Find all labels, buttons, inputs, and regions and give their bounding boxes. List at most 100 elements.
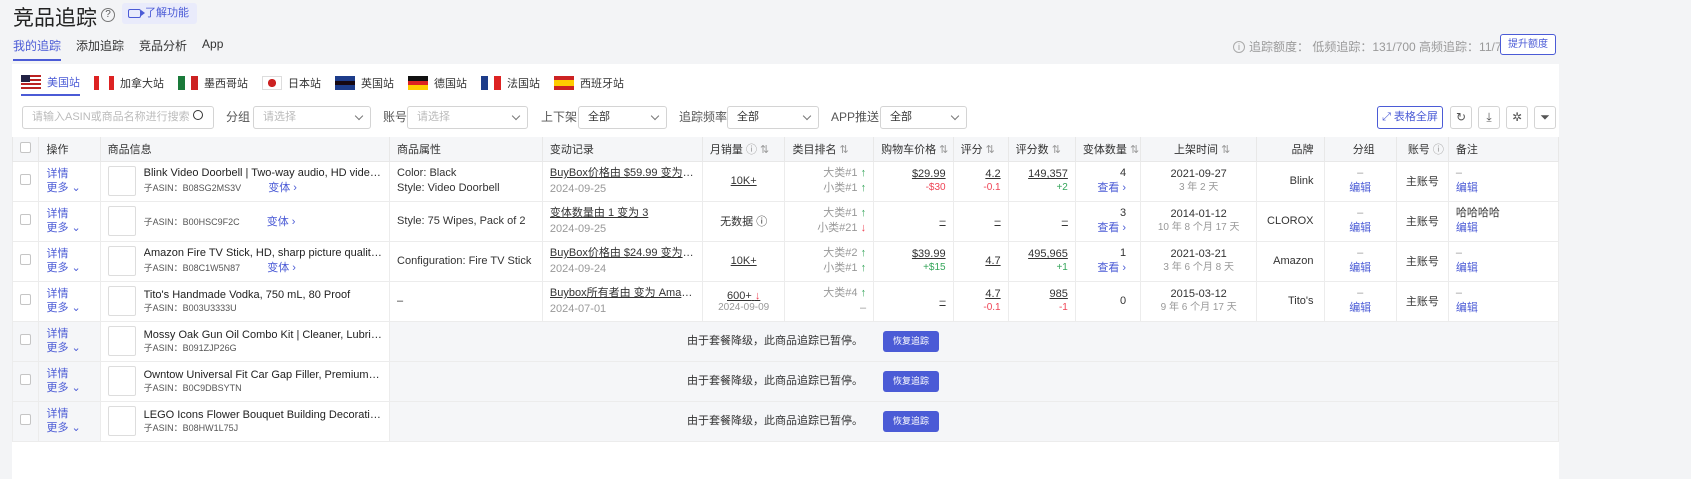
- upgrade-quota-button[interactable]: 提升额度: [1500, 34, 1556, 55]
- fullscreen-button[interactable]: ⤢ 表格全屏: [1377, 106, 1443, 129]
- rating-value[interactable]: 4.7: [961, 254, 1000, 268]
- big-rank[interactable]: 大类#2: [823, 247, 857, 259]
- big-rank[interactable]: 大类#1: [823, 207, 857, 219]
- detail-link[interactable]: 详情: [46, 327, 92, 341]
- resume-tracking-button[interactable]: 恢复追踪: [883, 370, 940, 392]
- detail-link[interactable]: 详情: [46, 367, 92, 381]
- product-title[interactable]: Owntow Universal Fit Car Gap Filler, Pre…: [144, 369, 382, 381]
- tab-app[interactable]: App: [202, 37, 223, 61]
- reviews-value[interactable]: 985: [1016, 287, 1068, 301]
- site-tab-us[interactable]: 美国站: [21, 74, 80, 96]
- detail-link[interactable]: 详情: [46, 247, 92, 261]
- download-icon[interactable]: ⤓: [1478, 106, 1500, 129]
- change-link[interactable]: 变体数量由 1 变为 3: [550, 205, 695, 221]
- reviews-value[interactable]: 495,965: [1016, 247, 1068, 261]
- more-menu[interactable]: 更多 ⌄: [46, 381, 92, 395]
- rating-value[interactable]: 4.2: [961, 167, 1000, 181]
- change-link[interactable]: BuyBox价格由 $59.99 变为 $29.99: [550, 165, 695, 181]
- product-title[interactable]: Amazon Fire TV Stick, HD, sharp picture …: [144, 247, 382, 259]
- more-menu[interactable]: 更多 ⌄: [46, 341, 92, 355]
- freq-select[interactable]: 全部: [727, 106, 819, 129]
- site-tab-de[interactable]: 德国站: [408, 74, 467, 96]
- site-tab-fr[interactable]: 法国站: [481, 74, 540, 96]
- sales-value[interactable]: 无数据 ⓘ: [710, 213, 778, 229]
- resume-tracking-button[interactable]: 恢复追踪: [883, 410, 940, 432]
- rating-value[interactable]: 4.7: [961, 287, 1000, 301]
- change-link[interactable]: BuyBox价格由 $24.99 变为 $39.99: [550, 245, 695, 261]
- view-variants-link[interactable]: 查看 ›: [1083, 261, 1126, 276]
- refresh-icon[interactable]: ↻: [1450, 106, 1472, 129]
- account-select[interactable]: 请选择: [407, 106, 528, 129]
- select-all-checkbox[interactable]: [20, 141, 31, 153]
- sales-value[interactable]: 10K+: [710, 255, 778, 267]
- column-header[interactable]: 变体数量 ⇅: [1074, 137, 1142, 162]
- row-checkbox[interactable]: [20, 414, 32, 425]
- tab-analysis[interactable]: 竞品分析: [139, 37, 187, 61]
- detail-link[interactable]: 详情: [46, 407, 92, 421]
- small-rank[interactable]: –: [860, 302, 866, 314]
- group-select[interactable]: 请选择: [253, 106, 371, 129]
- column-header[interactable]: 购物车价格 ⇅: [873, 137, 954, 162]
- sales-value[interactable]: 600+ ↓: [710, 290, 778, 302]
- variant-link[interactable]: 变体 ›: [268, 182, 297, 194]
- more-menu[interactable]: 更多 ⌄: [46, 181, 92, 195]
- listing-select[interactable]: 全部: [578, 106, 667, 129]
- edit-group-link[interactable]: 编辑: [1332, 301, 1389, 316]
- rating-value[interactable]: –: [961, 214, 1001, 228]
- small-rank[interactable]: 小类#21: [817, 222, 857, 234]
- variant-link[interactable]: 变体 ›: [267, 262, 296, 274]
- more-menu[interactable]: 更多 ⌄: [46, 421, 92, 435]
- edit-note-link[interactable]: 编辑: [1456, 221, 1551, 236]
- help-icon[interactable]: ?: [101, 8, 115, 22]
- row-checkbox[interactable]: [20, 174, 32, 185]
- small-rank[interactable]: 小类#1: [823, 262, 857, 274]
- more-menu[interactable]: 更多 ⌄: [46, 301, 92, 315]
- filter-icon[interactable]: ⏷: [1534, 106, 1556, 129]
- column-header[interactable]: 上架时间 ⇅: [1140, 137, 1258, 162]
- edit-group-link[interactable]: 编辑: [1332, 221, 1389, 236]
- site-tab-jp[interactable]: 日本站: [262, 74, 321, 96]
- site-tab-ca[interactable]: 加拿大站: [94, 74, 164, 96]
- tab-my-tracking[interactable]: 我的追踪: [13, 37, 62, 61]
- settings-icon[interactable]: ✲: [1506, 106, 1528, 129]
- row-checkbox[interactable]: [20, 294, 32, 305]
- price-value[interactable]: –: [881, 214, 945, 228]
- reviews-value[interactable]: 149,357: [1016, 167, 1068, 181]
- small-rank[interactable]: 小类#1: [823, 182, 857, 194]
- row-checkbox[interactable]: [20, 374, 32, 385]
- row-checkbox[interactable]: [20, 334, 32, 345]
- sales-value[interactable]: 10K+: [710, 175, 778, 187]
- price-value[interactable]: $39.99: [881, 247, 946, 261]
- row-checkbox[interactable]: [20, 214, 32, 225]
- edit-group-link[interactable]: 编辑: [1332, 181, 1389, 196]
- view-variants-link[interactable]: 查看 ›: [1083, 221, 1126, 236]
- column-header[interactable]: 月销量 ⓘ ⇅: [701, 137, 786, 162]
- big-rank[interactable]: 大类#1: [823, 167, 857, 179]
- more-menu[interactable]: 更多 ⌄: [46, 221, 92, 235]
- reviews-value[interactable]: –: [1016, 214, 1068, 228]
- product-title[interactable]: Mossy Oak Gun Oil Combo Kit | Cleaner, L…: [144, 329, 382, 341]
- view-variants-link[interactable]: 查看 ›: [1083, 181, 1126, 196]
- resume-tracking-button[interactable]: 恢复追踪: [883, 330, 940, 352]
- variant-link[interactable]: 变体 ›: [267, 216, 296, 228]
- row-checkbox[interactable]: [20, 254, 32, 265]
- site-tab-mx[interactable]: 墨西哥站: [178, 74, 248, 96]
- more-menu[interactable]: 更多 ⌄: [46, 261, 92, 275]
- column-header[interactable]: 类目排名 ⇅: [784, 137, 875, 162]
- edit-note-link[interactable]: 编辑: [1456, 261, 1551, 276]
- detail-link[interactable]: 详情: [46, 207, 92, 221]
- search-icon[interactable]: [193, 110, 203, 120]
- column-header[interactable]: 评分数 ⇅: [1007, 137, 1076, 162]
- detail-link[interactable]: 详情: [46, 287, 92, 301]
- price-value[interactable]: –: [881, 294, 945, 308]
- site-tab-uk[interactable]: 英国站: [335, 74, 394, 96]
- column-header[interactable]: 评分 ⇅: [952, 137, 1009, 162]
- edit-note-link[interactable]: 编辑: [1456, 181, 1551, 196]
- change-link[interactable]: Buybox所有者由 变为 Amazon.com: [550, 285, 695, 301]
- product-title[interactable]: Blink Video Doorbell | Two-way audio, HD…: [144, 167, 382, 179]
- product-title[interactable]: LEGO Icons Flower Bouquet Building Decor…: [144, 409, 382, 421]
- price-value[interactable]: $29.99: [881, 167, 946, 181]
- tab-add-tracking[interactable]: 添加追踪: [76, 37, 124, 61]
- product-title[interactable]: Tito's Handmade Vodka, 750 mL, 80 Proof: [144, 289, 382, 301]
- edit-note-link[interactable]: 编辑: [1456, 301, 1551, 316]
